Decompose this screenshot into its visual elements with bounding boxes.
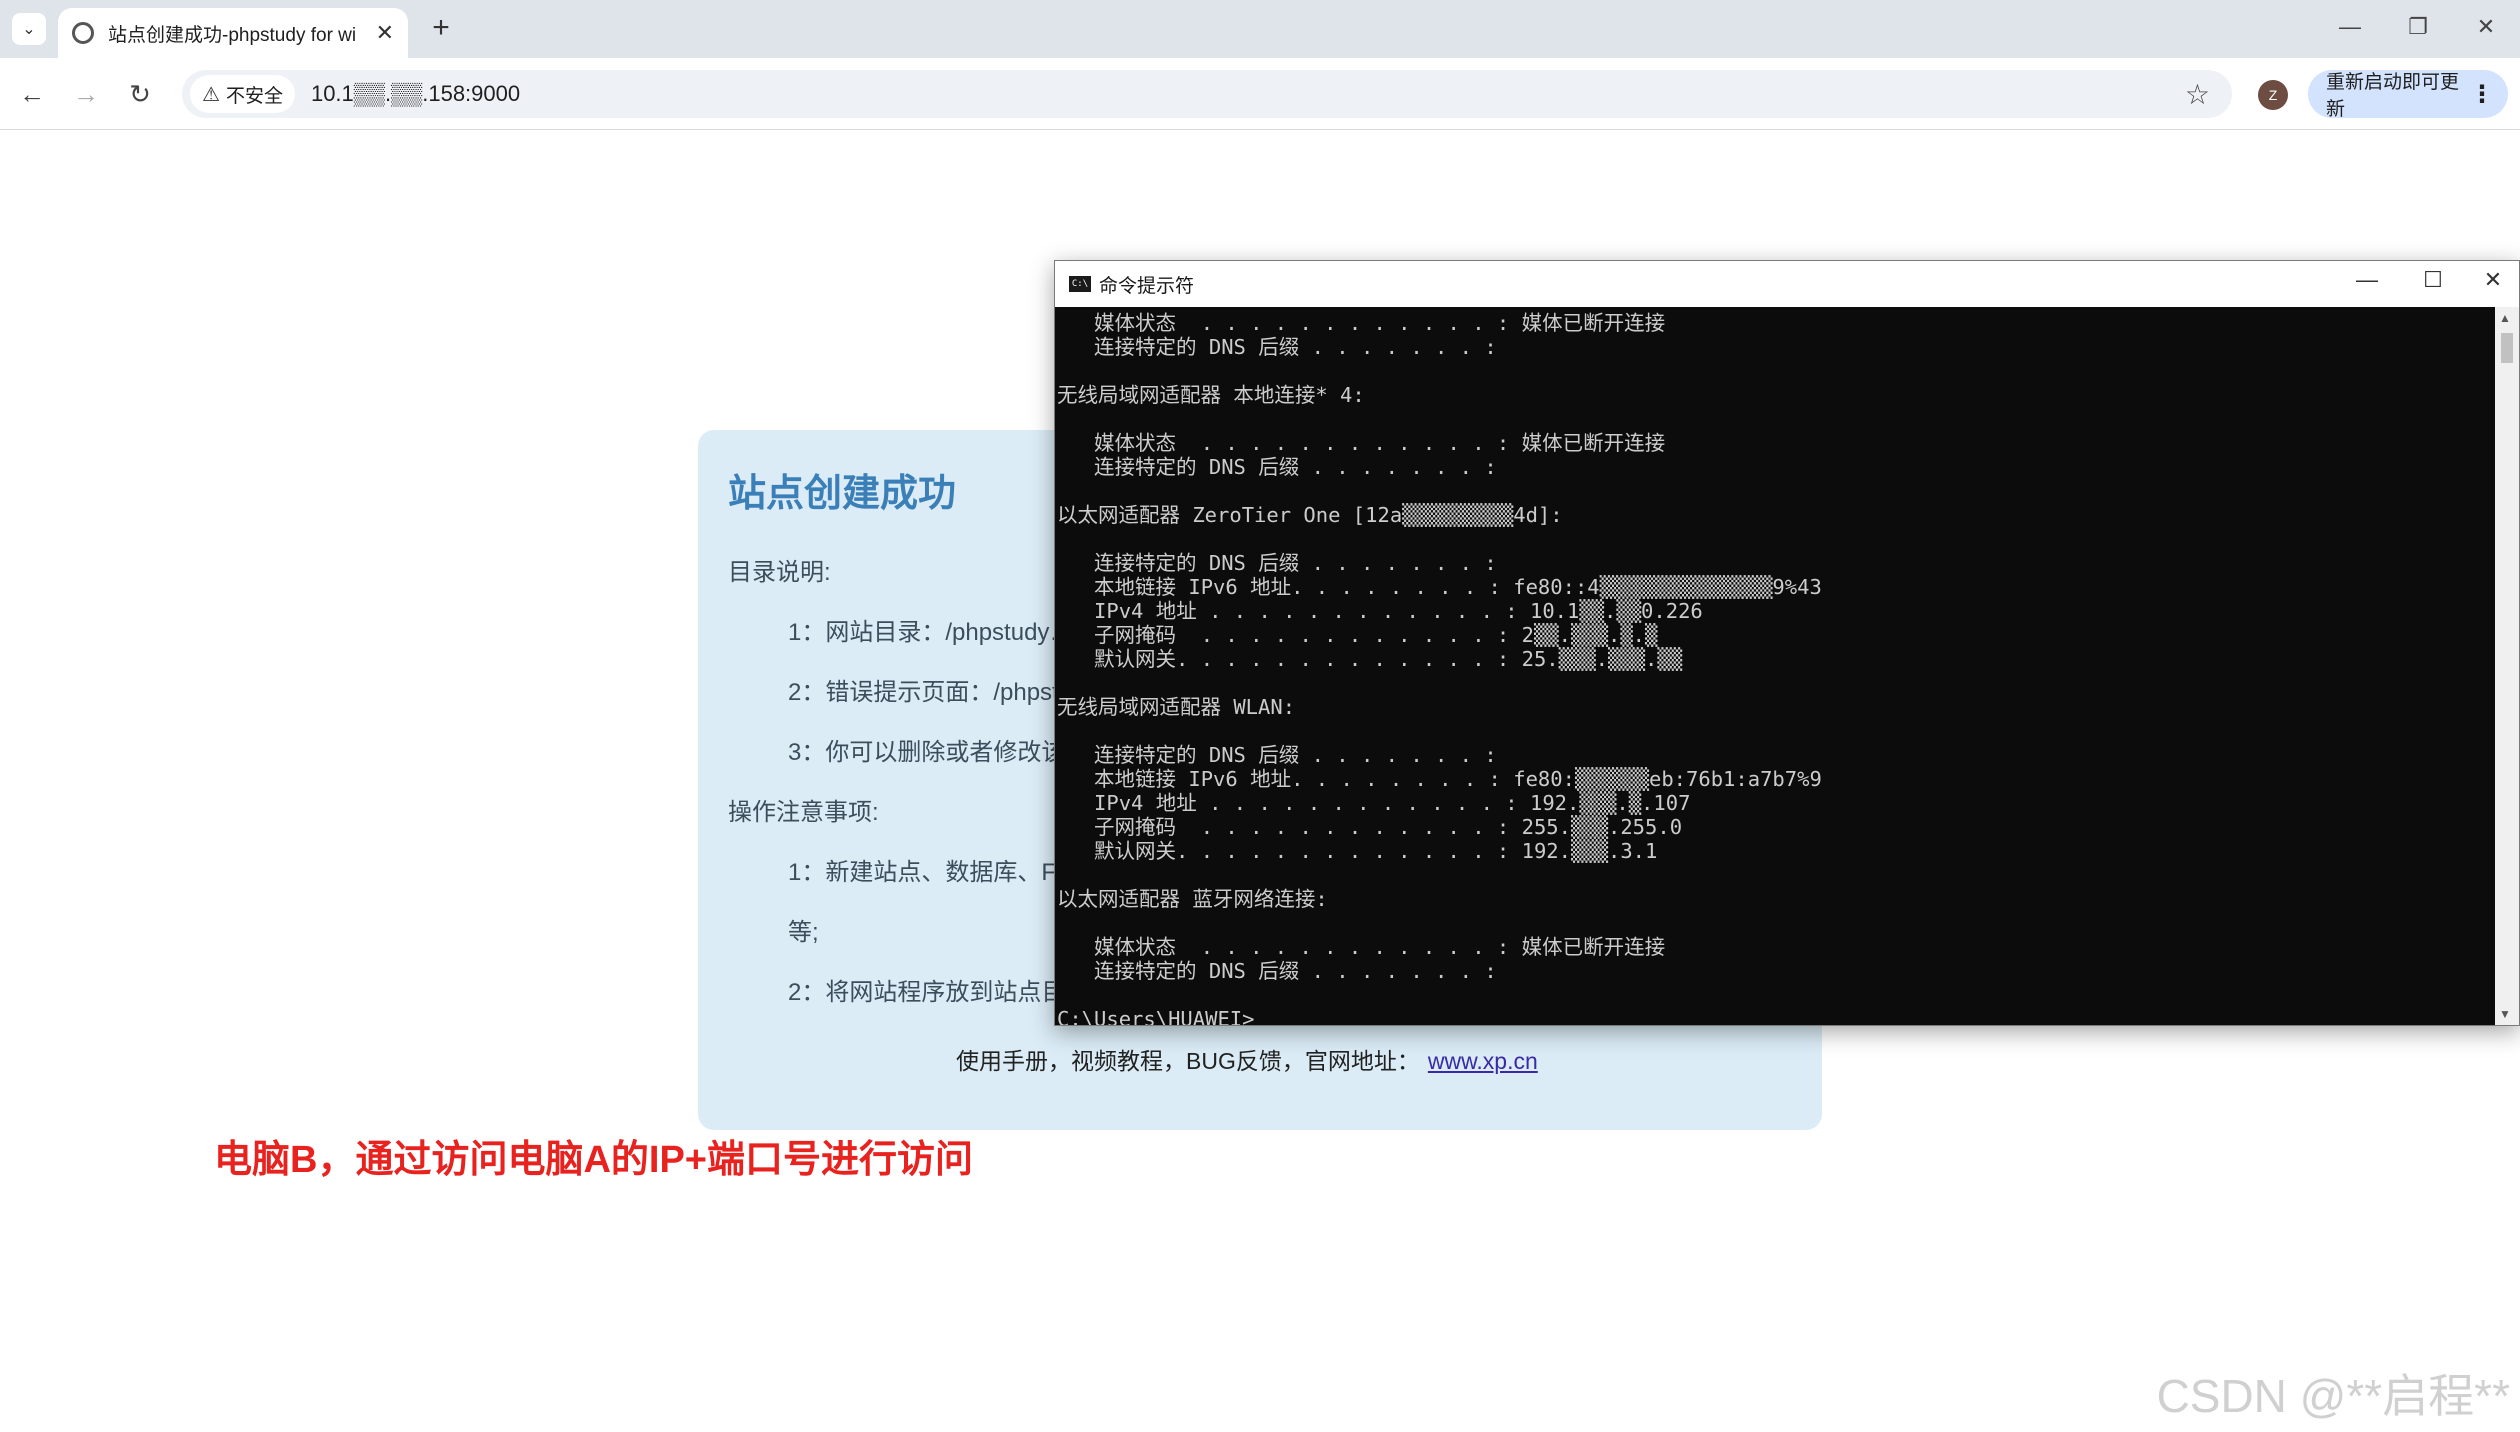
cmd-line: C:\Users\HUAWEI> [1057,1007,1255,1025]
update-label: 重新启动即可更新 [2326,72,2460,120]
cmd-line [1057,527,2495,551]
cmd-line [1057,479,2495,503]
cmd-line: 连接特定的 DNS 后缀 . . . . . . . : [1057,959,1497,983]
cmd-line: 媒体状态 . . . . . . . . . . . . : 媒体已断开连接 [1057,311,1666,335]
tab-title: 站点创建成功-phpstudy for wi [108,24,357,46]
list-item: 3：你可以删除或者修改该… [788,739,1090,766]
terminal-icon: C:\ [1069,276,1091,292]
cmd-line [1057,983,2495,1007]
footer-text: 使用手册，视频教程，BUG反馈，官网地址： [956,1048,1420,1074]
footer: 使用手册，视频教程，BUG反馈，官网地址： www.xp.cn [956,1042,1538,1076]
tab-strip: ⌄ 站点创建成功-phpstudy for wi ✕ + — ❐ ✕ [0,0,2520,58]
security-label: 不安全 [225,85,283,107]
cmd-line: 媒体状态 . . . . . . . . . . . . : 媒体已断开连接 [1057,935,1666,959]
command-prompt-window[interactable]: C:\ 命令提示符 — ☐ ✕ 媒体状态 . . . . . . . . . .… [1054,260,2520,1026]
list-item: 2：将网站程序放到站点目… [788,979,1090,1006]
section-heading: 目录说明: [728,559,831,586]
globe-icon [72,22,94,44]
minimize-button[interactable]: — [2330,14,2370,40]
cmd-minimize-button[interactable]: — [2337,267,2397,293]
chevron-down-icon: ⌄ [22,21,36,38]
cmd-close-button[interactable]: ✕ [2463,267,2520,293]
section-heading: 操作注意事项: [728,799,879,826]
cmd-line: IPv4 地址 . . . . . . . . . . . . : 192.▒▒… [1057,791,1691,815]
cmd-line: 子网掩码 . . . . . . . . . . . . : 2▒▒.▒▒▒.▒… [1057,623,1658,647]
scroll-down-icon[interactable]: ▼ [2499,1007,2511,1021]
cmd-line: 本地链接 IPv6 地址. . . . . . . . : fe80::4▒▒▒… [1057,575,1822,599]
cmd-line: 连接特定的 DNS 后缀 . . . . . . . : [1057,743,1497,767]
cmd-line [1057,863,2495,887]
cmd-line: 连接特定的 DNS 后缀 . . . . . . . : [1057,455,1497,479]
new-tab-button[interactable]: + [424,12,458,46]
avatar[interactable]: Z [2258,80,2288,110]
cmd-line [1057,359,2495,383]
warning-icon: ⚠ [202,83,220,106]
cmd-line: 以太网适配器 ZeroTier One [12a▒▒▒▒▒▒▒▒▒4d]: [1057,503,1563,527]
scroll-thumb[interactable] [2501,333,2513,363]
cmd-line: 默认网关. . . . . . . . . . . . . : 25.▒▒▒.▒… [1057,647,1683,671]
cmd-line: 连接特定的 DNS 后缀 . . . . . . . : [1057,335,1497,359]
list-item: 等; [788,919,819,946]
reload-button[interactable]: ↻ [122,76,158,112]
forward-button[interactable]: → [68,76,104,112]
menu-dots-icon[interactable]: ⋮ [2470,80,2494,109]
tab-search-button[interactable]: ⌄ [12,13,46,45]
back-button[interactable]: ← [14,76,50,112]
cmd-line: IPv4 地址 . . . . . . . . . . . . : 10.1▒▒… [1057,599,1703,623]
cmd-output[interactable]: 媒体状态 . . . . . . . . . . . . : 媒体已断开连接 连… [1057,307,2495,1025]
bookmark-star-icon[interactable]: ☆ [2185,78,2210,111]
list-item: 1：新建站点、数据库、F… [788,859,1081,886]
cmd-title: 命令提示符 [1099,275,1195,297]
cmd-line [1057,671,2495,695]
cmd-line: 子网掩码 . . . . . . . . . . . . : 255.▒▒▒.2… [1057,815,1683,839]
watermark: CSDN @**启程** [2156,1370,2510,1422]
tab-active[interactable]: 站点创建成功-phpstudy for wi ✕ [58,8,408,58]
close-window-button[interactable]: ✕ [2466,14,2506,40]
url-text[interactable]: 10.1▒▒.▒▒.158:9000 [311,81,520,107]
scroll-up-icon[interactable]: ▲ [2499,311,2511,325]
cmd-titlebar[interactable]: C:\ 命令提示符 — ☐ ✕ [1055,261,2519,307]
cmd-line [1057,911,2495,935]
relaunch-update-button[interactable]: 重新启动即可更新 ⋮ [2308,70,2508,120]
cmd-line [1057,719,2495,743]
cmd-line: 媒体状态 . . . . . . . . . . . . : 媒体已断开连接 [1057,431,1666,455]
security-chip[interactable]: ⚠ 不安全 [190,75,295,113]
official-site-link[interactable]: www.xp.cn [1428,1048,1538,1074]
cmd-scrollbar[interactable]: ▲ ▼ [2495,307,2519,1025]
cmd-line: 无线局域网适配器 本地连接* 4: [1057,383,1365,407]
cmd-line [1057,407,2495,431]
tab-close-icon[interactable]: ✕ [376,20,394,46]
restore-button[interactable]: ❐ [2398,14,2438,40]
browser-toolbar: ← → ↻ ⚠ 不安全 10.1▒▒.▒▒.158:9000 ☆ Z 重新启动即… [0,58,2520,130]
cmd-line: 以太网适配器 蓝牙网络连接: [1057,887,1328,911]
list-item: 2：错误提示页面：/phpst… [788,679,1083,706]
address-bar[interactable]: ⚠ 不安全 10.1▒▒.▒▒.158:9000 ☆ [182,70,2232,118]
annotation-caption: 电脑B，通过访问电脑A的IP+端口号进行访问 [214,1139,973,1181]
cmd-maximize-button[interactable]: ☐ [2403,267,2463,293]
list-item: 1：网站目录：/phpstudy… [788,619,1074,646]
cmd-line: 默认网关. . . . . . . . . . . . . : 192.▒▒▒.… [1057,839,1658,863]
page-title: 站点创建成功 [728,473,957,515]
cmd-line: 无线局域网适配器 WLAN: [1057,695,1296,719]
cmd-line: 本地链接 IPv6 地址. . . . . . . . : fe80:▒▒▒▒▒… [1057,767,1822,791]
cmd-line: 连接特定的 DNS 后缀 . . . . . . . : [1057,551,1497,575]
